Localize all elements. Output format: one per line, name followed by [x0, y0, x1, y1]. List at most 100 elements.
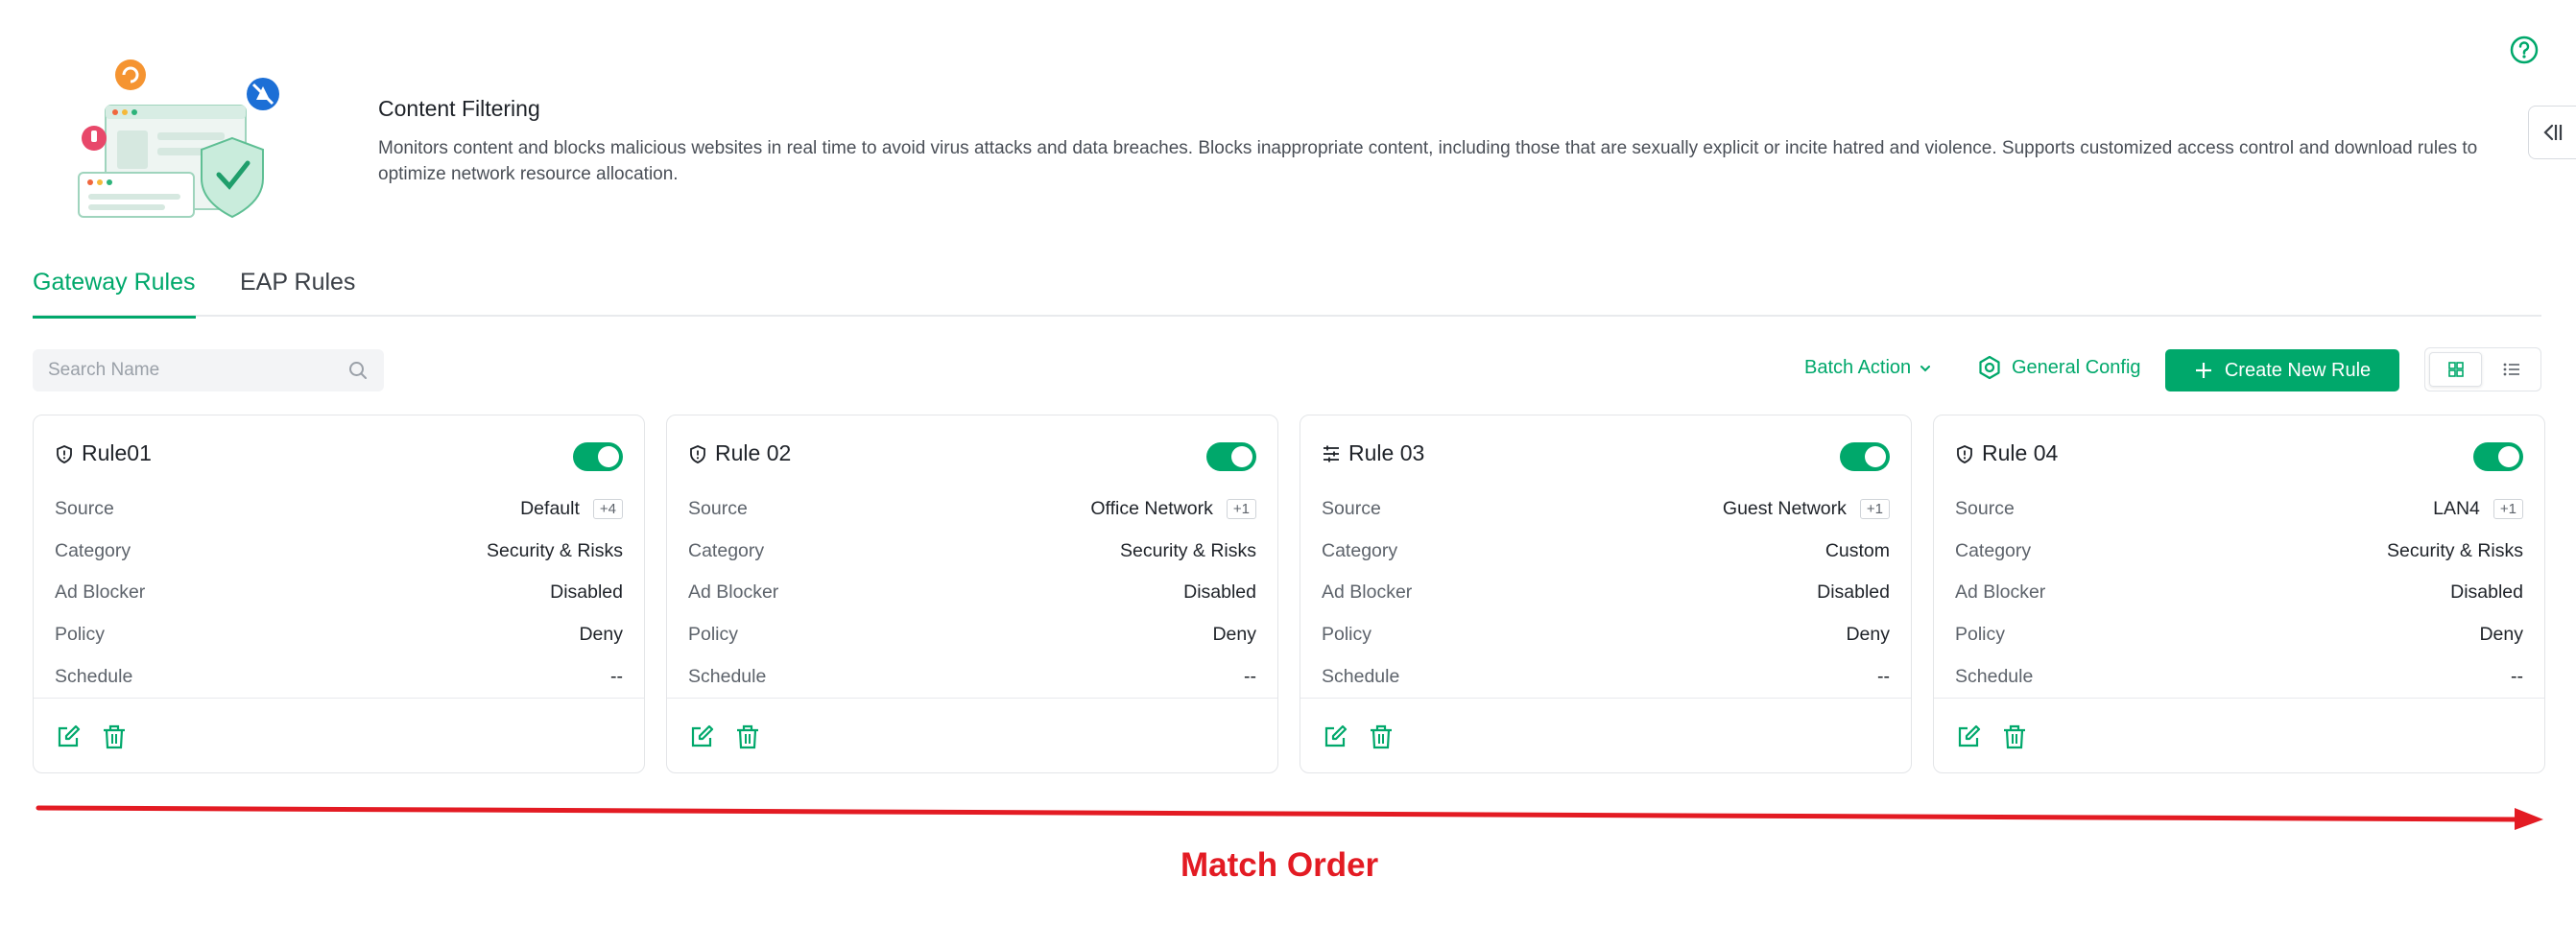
tab-gateway-rules[interactable]: Gateway Rules	[33, 269, 196, 319]
field-value: Disabled	[550, 581, 623, 604]
edit-icon[interactable]	[55, 723, 82, 750]
field-value-wrap: Disabled	[2450, 581, 2523, 604]
field-value-wrap: Security & Risks	[1120, 540, 1256, 562]
plus-icon	[2195, 363, 2211, 378]
create-new-rule-button[interactable]: Create New Rule	[2165, 349, 2399, 391]
search-input[interactable]	[48, 360, 347, 381]
source-extra-badge[interactable]: +1	[1859, 499, 1890, 520]
help-icon[interactable]	[2509, 35, 2540, 65]
source-extra-badge[interactable]: +4	[592, 499, 623, 520]
field-value: Disabled	[1183, 581, 1256, 604]
rule-card-actions	[1300, 698, 1911, 774]
page-title: Content Filtering	[378, 96, 540, 121]
field-value: Security & Risks	[487, 539, 623, 561]
batch-action-dropdown[interactable]: Batch Action	[1804, 357, 1932, 379]
field-value-wrap: --	[1877, 666, 1890, 688]
field-value: Disabled	[1817, 581, 1890, 604]
chevron-down-icon	[1920, 365, 1931, 371]
field-label: Schedule	[1322, 665, 1400, 687]
rule-field-ad-blocker: Ad Blocker Disabled	[1322, 572, 1890, 614]
source-extra-badge[interactable]: +1	[1226, 499, 1256, 520]
rule-enable-toggle[interactable]	[573, 442, 623, 471]
rule-enable-toggle[interactable]	[2473, 442, 2523, 471]
rule-card-header: Rule01	[55, 440, 152, 466]
general-config-button[interactable]: General Config	[1977, 355, 2141, 380]
rule-field-ad-blocker: Ad Blocker Disabled	[55, 572, 623, 614]
field-label: Policy	[688, 624, 739, 646]
field-value: --	[1877, 665, 1890, 687]
field-value: --	[610, 665, 623, 687]
grid-icon	[2447, 362, 2464, 377]
rule-field-policy: Policy Deny	[55, 614, 623, 656]
rule-fields: Source Guest Network +1 Category Custom A…	[1322, 488, 1890, 698]
field-value: --	[1244, 665, 1256, 687]
field-value: Deny	[1846, 624, 1890, 646]
field-value-wrap: --	[610, 666, 623, 688]
search-box	[33, 349, 384, 391]
rule-fields: Source Default +4 Category Security & Ris…	[55, 488, 623, 698]
rule-card[interactable]: Rule 02 Source Office Network +1 Category…	[666, 415, 1278, 773]
list-view-button[interactable]	[2486, 352, 2537, 387]
field-label: Source	[1322, 498, 1381, 520]
rule-field-source: Source Default +4	[55, 488, 623, 531]
field-label: Category	[688, 539, 765, 561]
delete-icon[interactable]	[1368, 723, 1395, 750]
delete-icon[interactable]	[2001, 723, 2028, 750]
field-label: Ad Blocker	[688, 581, 779, 604]
rule-name: Rule01	[82, 440, 152, 465]
rule-fields: Source LAN4 +1 Category Security & Risks …	[1955, 488, 2523, 698]
rule-card[interactable]: Rule01 Source Default +4 Category Securit…	[33, 415, 645, 773]
match-order-label: Match Order	[1181, 846, 1379, 884]
field-value-wrap: Office Network +1	[1090, 498, 1256, 520]
field-label: Category	[1955, 539, 2032, 561]
field-label: Source	[1955, 498, 2015, 520]
field-value: Default	[520, 498, 580, 520]
edit-icon[interactable]	[688, 723, 715, 750]
field-label: Ad Blocker	[55, 581, 146, 604]
field-value-wrap: Deny	[579, 624, 623, 646]
rule-field-category: Category Custom	[1322, 531, 1890, 573]
tab-eap-rules[interactable]: EAP Rules	[240, 269, 355, 317]
field-value-wrap: Deny	[1846, 624, 1890, 646]
field-label: Ad Blocker	[1322, 581, 1413, 604]
field-label: Schedule	[1955, 665, 2034, 687]
source-extra-badge[interactable]: +1	[2493, 499, 2523, 520]
rule-enable-toggle[interactable]	[1206, 442, 1256, 471]
rule-card-header: Rule 03	[1322, 440, 1424, 466]
match-order-arrow	[36, 805, 2543, 830]
field-value-wrap: Disabled	[1183, 581, 1256, 604]
collapse-icon	[2542, 124, 2562, 141]
field-label: Ad Blocker	[1955, 581, 2046, 604]
delete-icon[interactable]	[101, 723, 128, 750]
shield-icon	[690, 444, 705, 463]
rule-card[interactable]: Rule 03 Source Guest Network +1 Category …	[1300, 415, 1912, 773]
edit-icon[interactable]	[1955, 723, 1982, 750]
field-label: Source	[688, 498, 748, 520]
delete-icon[interactable]	[734, 723, 761, 750]
grid-view-button[interactable]	[2429, 352, 2482, 387]
rule-enable-toggle[interactable]	[1840, 442, 1890, 471]
field-label: Schedule	[55, 665, 133, 687]
field-value: Deny	[579, 624, 623, 646]
field-value-wrap: --	[1244, 666, 1256, 688]
field-value: Deny	[2479, 624, 2523, 646]
field-value: --	[2511, 665, 2523, 687]
field-value: Custom	[1825, 539, 1890, 561]
field-value-wrap: Deny	[2479, 624, 2523, 646]
field-value: Office Network	[1090, 498, 1213, 520]
field-value-wrap: Default +4	[520, 498, 623, 520]
rule-tabs: Gateway Rules EAP Rules	[33, 261, 2541, 319]
rule-card-header: Rule 02	[688, 440, 791, 466]
list-icon	[2503, 363, 2519, 376]
rule-field-source: Source LAN4 +1	[1955, 488, 2523, 531]
rule-card-actions	[34, 698, 644, 774]
edit-icon[interactable]	[1322, 723, 1348, 750]
collapse-panel-button[interactable]	[2528, 106, 2576, 159]
gear-icon	[1979, 355, 2000, 380]
search-icon[interactable]	[347, 360, 369, 381]
field-value-wrap: --	[2511, 666, 2523, 688]
rule-field-ad-blocker: Ad Blocker Disabled	[1955, 572, 2523, 614]
rule-field-policy: Policy Deny	[1955, 614, 2523, 656]
field-label: Policy	[1322, 624, 1372, 646]
rule-card[interactable]: Rule 04 Source LAN4 +1 Category Security …	[1933, 415, 2545, 773]
